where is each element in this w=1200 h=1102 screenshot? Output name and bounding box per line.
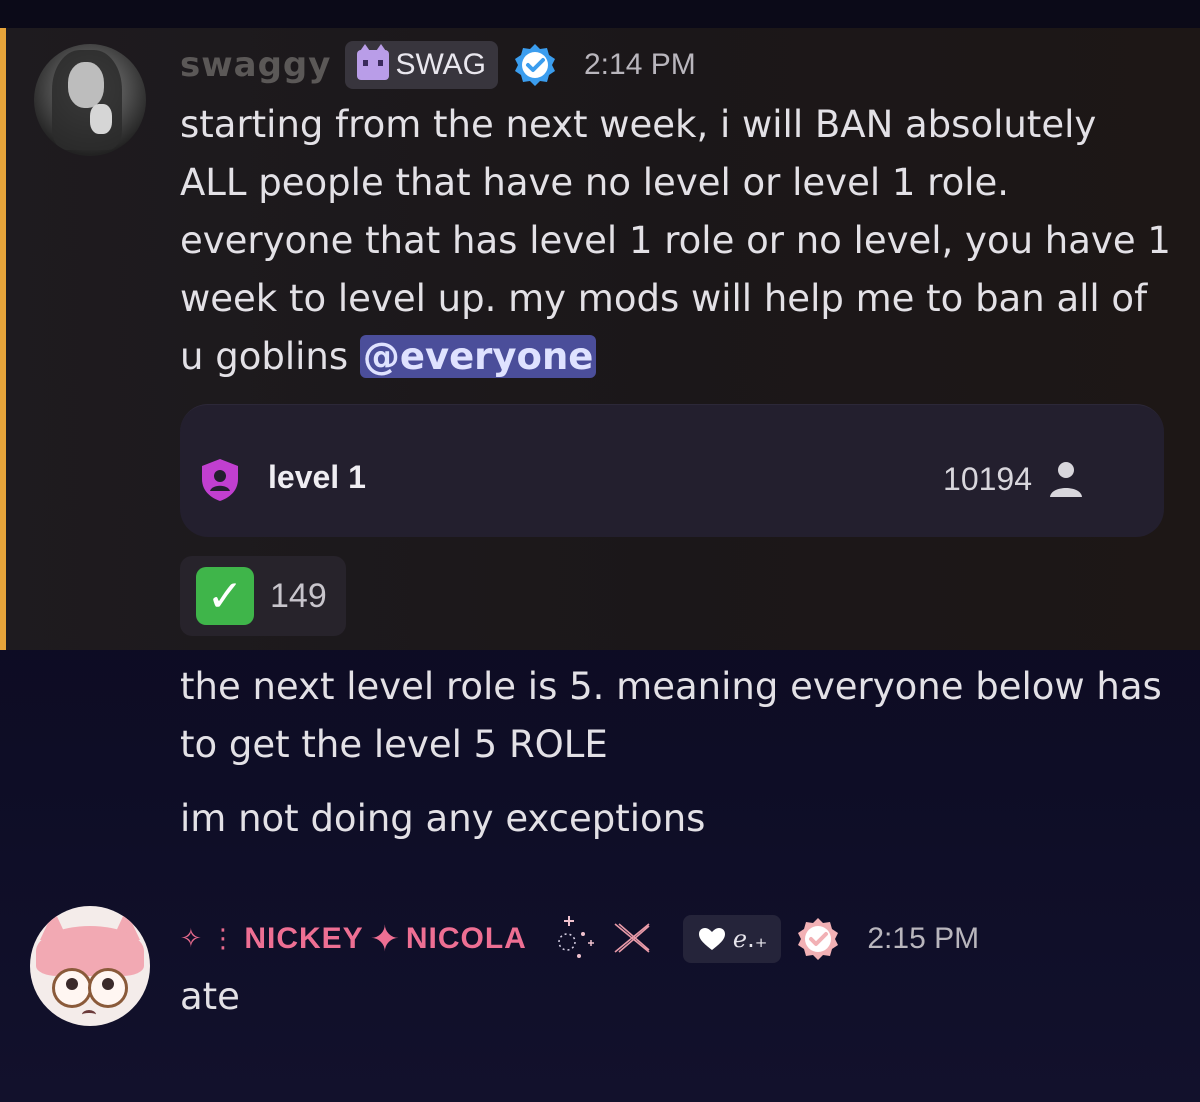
role-card[interactable]: level 1 10194: [180, 404, 1164, 537]
star-icon: ✦: [369, 918, 400, 960]
message-line: week to level up. my mods will help me t…: [180, 277, 1148, 320]
role-shield-icon: [202, 459, 238, 501]
message-line: ALL people that have no level or level 1…: [180, 161, 1010, 204]
sparkle-decoration-icon: [558, 916, 650, 958]
message-line-last: u goblins @everyone: [180, 328, 1180, 386]
message2-body: ate: [180, 968, 1180, 1026]
message-line: starting from the next week, i will BAN …: [180, 103, 1097, 146]
message-line-text: u goblins: [180, 335, 360, 378]
avatar-face: [68, 62, 104, 108]
followup-message: im not doing any exceptions: [180, 790, 1180, 848]
message2-timestamp: 2:15 PM: [867, 922, 980, 955]
verified-badge-icon: [515, 44, 555, 86]
server-tag-label: SWAG: [395, 48, 486, 81]
name-prefix: ✧ ⋮: [180, 924, 245, 954]
verified-badge-pink-icon: [798, 918, 839, 960]
server-tag[interactable]: SWAG: [345, 41, 498, 89]
role-name: level 1: [268, 459, 366, 495]
message-line: im not doing any exceptions: [180, 797, 706, 840]
message-line: everyone that has level 1 role or no lev…: [180, 219, 1171, 262]
everyone-mention[interactable]: @everyone: [359, 335, 597, 378]
message-timestamp: 2:14 PM: [584, 48, 696, 81]
author2-avatar[interactable]: [30, 906, 150, 1026]
author-avatar[interactable]: [34, 44, 146, 156]
author-name[interactable]: swaggy: [180, 45, 331, 85]
avatar-hand: [90, 104, 112, 134]
reaction-count: 149: [270, 576, 327, 615]
message-header: swaggy SWAG 2:14 PM: [180, 40, 696, 90]
reaction-check[interactable]: ✓ 149: [180, 556, 346, 636]
message-body: starting from the next week, i will BAN …: [180, 96, 1180, 386]
avatar-hair: [36, 926, 144, 976]
followup-message: the next level role is 5. meaning everyo…: [180, 658, 1180, 774]
avatar-mouth: [82, 1010, 96, 1019]
author2-name-part1[interactable]: NICKEY: [244, 922, 363, 956]
avatar-eye: [66, 978, 78, 990]
message-line: to get the level 5 ROLE: [180, 723, 608, 766]
server-tag-2[interactable]: ℯ.₊: [682, 915, 782, 963]
cat-icon: [357, 44, 390, 80]
mention-highlight-bar: [0, 28, 6, 650]
message-line: the next level role is 5. meaning everyo…: [180, 665, 1162, 708]
top-bar: [0, 0, 1200, 28]
author2-name-part2[interactable]: NICOLA: [406, 922, 527, 956]
heart-icon: [698, 928, 725, 950]
role-member-count: 10194: [943, 461, 1032, 497]
server-tag-2-label: ℯ.₊: [732, 925, 768, 953]
person-icon: [1050, 462, 1082, 497]
message2-header: ✧ ⋮ NICKEY ✦ NICOLA ℯ.₊ 2:15 PM: [180, 912, 979, 966]
message-line: ate: [180, 975, 240, 1018]
check-mark-emoji-icon: ✓: [196, 567, 254, 625]
avatar-eye: [102, 978, 114, 990]
